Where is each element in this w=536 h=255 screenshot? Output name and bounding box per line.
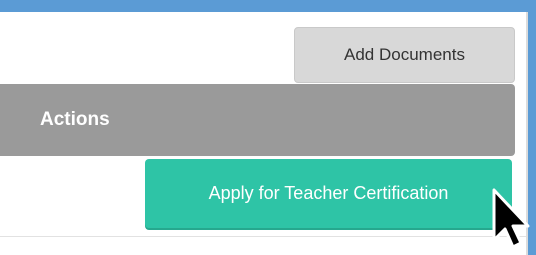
mouse-pointer-icon	[492, 188, 530, 249]
actions-header-label: Actions	[40, 109, 110, 130]
add-documents-button[interactable]: Add Documents	[294, 27, 515, 83]
actions-section-header: Actions	[0, 84, 515, 156]
apply-teacher-certification-button[interactable]: Apply for Teacher Certification	[145, 159, 512, 228]
section-divider	[0, 236, 526, 237]
